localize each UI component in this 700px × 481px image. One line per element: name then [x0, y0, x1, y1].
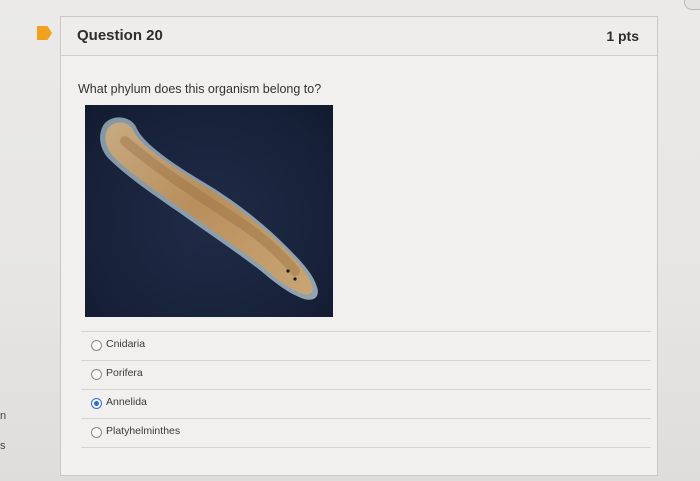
radio-button[interactable]	[91, 340, 102, 351]
quiz-page: n s Question 20 1 pts What phylum does t…	[0, 0, 700, 481]
answer-option[interactable]: Cnidaria	[81, 331, 651, 360]
question-card: Question 20 1 pts What phylum does this …	[60, 16, 658, 476]
question-prompt: What phylum does this organism belong to…	[78, 82, 322, 96]
eyespot	[286, 269, 290, 273]
clipped-left-text: s	[0, 440, 6, 452]
answer-label[interactable]: Cnidaria	[106, 338, 145, 350]
answer-label[interactable]: Platyhelminthes	[106, 425, 180, 437]
question-header: Question 20 1 pts	[61, 17, 657, 56]
answer-option[interactable]: Platyhelminthes	[81, 418, 651, 448]
clipped-left-text: n	[0, 410, 7, 422]
question-title: Question 20	[77, 27, 163, 44]
answer-option[interactable]: Annelida	[81, 389, 651, 418]
answer-label[interactable]: Annelida	[106, 396, 147, 408]
clipped-right-control	[684, 0, 700, 10]
radio-button[interactable]	[91, 369, 102, 380]
answer-list: Cnidaria Porifera Annelida Platyhelminth…	[81, 331, 651, 448]
radio-button-selected[interactable]	[91, 398, 102, 409]
radio-button[interactable]	[91, 427, 102, 438]
question-points: 1 pts	[606, 28, 639, 44]
answer-option[interactable]: Porifera	[81, 360, 651, 389]
flag-question-icon[interactable]	[37, 26, 52, 40]
answer-label[interactable]: Porifera	[106, 367, 143, 379]
flatworm-illustration	[100, 117, 318, 300]
eyespot	[293, 277, 297, 281]
specimen-image	[85, 105, 333, 317]
